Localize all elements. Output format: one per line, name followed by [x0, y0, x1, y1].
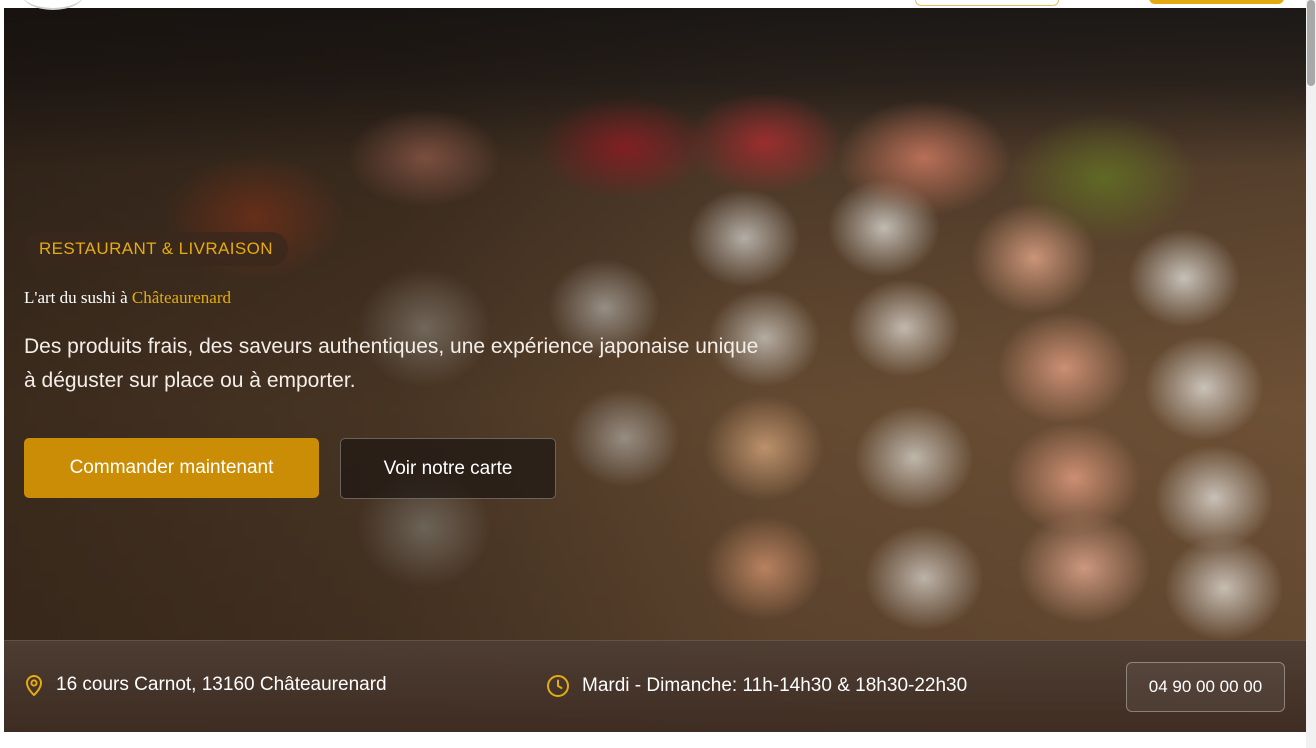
- hero-subtitle-prefix: L'art du sushi à: [24, 288, 132, 307]
- hero-content: RESTAURANT & LIVRAISON L'art du sushi à …: [24, 232, 784, 499]
- hero-section: RESTAURANT & LIVRAISON L'art du sushi à …: [4, 8, 1306, 732]
- site-header-partial: [0, 0, 1306, 10]
- hero-actions: Commander maintenant Voir notre carte: [24, 438, 784, 499]
- vertical-scrollbar[interactable]: [1306, 0, 1316, 748]
- map-pin-icon: [26, 675, 42, 696]
- phone-button[interactable]: 04 90 00 00 00: [1126, 662, 1285, 712]
- info-bar: 16 cours Carnot, 13160 Châteaurenard Mar…: [4, 640, 1306, 732]
- page-below-hero: [0, 732, 1306, 748]
- viewport: RESTAURANT & LIVRAISON L'art du sushi à …: [0, 0, 1316, 748]
- header-order-button[interactable]: [1149, 0, 1284, 4]
- address-info: 16 cours Carnot, 13160 Châteaurenard: [24, 674, 387, 696]
- hours-info: Mardi - Dimanche: 11h-14h30 & 18h30-22h3…: [546, 674, 967, 698]
- header-outline-button[interactable]: [915, 0, 1059, 6]
- scrollbar-thumb[interactable]: [1307, 0, 1315, 86]
- hero-subtitle-city: Châteaurenard: [131, 288, 232, 307]
- view-menu-button[interactable]: Voir notre carte: [340, 438, 556, 499]
- clock-icon: [547, 675, 569, 697]
- hero-description: Des produits frais, des saveurs authenti…: [24, 335, 759, 392]
- hero-subtitle: L'art du sushi à Châteaurenard: [24, 288, 784, 308]
- hero-badge: RESTAURANT & LIVRAISON: [24, 232, 288, 266]
- hours-text: Mardi - Dimanche: 11h-14h30 & 18h30-22h3…: [582, 675, 968, 696]
- address-text: 16 cours Carnot, 13160 Châteaurenard: [56, 674, 387, 695]
- order-now-button[interactable]: Commander maintenant: [24, 438, 319, 498]
